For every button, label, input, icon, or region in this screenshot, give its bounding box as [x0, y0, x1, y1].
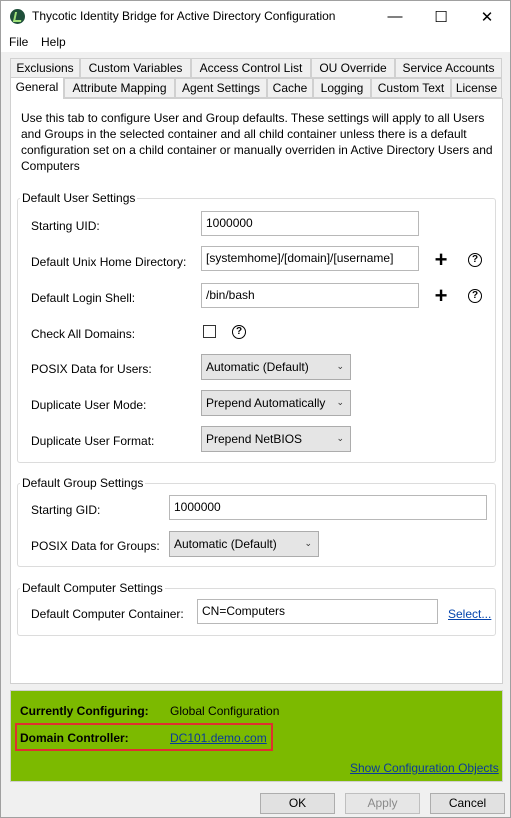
posix-users-select[interactable]: Automatic (Default) ⌄: [201, 354, 351, 380]
help-icon[interactable]: ?: [232, 325, 246, 339]
title-bar[interactable]: Thycotic Identity Bridge for Active Dire…: [1, 1, 510, 32]
chevron-down-icon: ⌄: [336, 433, 344, 443]
chevron-down-icon: ⌄: [336, 361, 344, 371]
dup-format-select[interactable]: Prepend NetBIOS ⌄: [201, 426, 351, 452]
help-icon[interactable]: ?: [468, 253, 482, 267]
show-configuration-objects-link[interactable]: Show Configuration Objects: [350, 761, 499, 775]
tab-access-control-list[interactable]: Access Control List: [191, 58, 311, 78]
posix-users-label: POSIX Data for Users:: [31, 362, 152, 376]
starting-uid-label: Starting UID:: [31, 219, 100, 233]
chevron-down-icon: ⌄: [336, 397, 344, 407]
tab-general[interactable]: General: [10, 77, 64, 99]
starting-uid-input[interactable]: 1000000: [201, 211, 419, 236]
menu-bar: File Help: [1, 32, 510, 52]
add-icon[interactable]: +: [432, 285, 450, 307]
dup-mode-select[interactable]: Prepend Automatically ⌄: [201, 390, 351, 416]
select-value: Prepend Automatically: [206, 396, 326, 410]
cancel-button[interactable]: Cancel: [430, 793, 505, 814]
configuring-value: Global Configuration: [170, 704, 280, 718]
status-panel: Currently Configuring: Global Configurat…: [10, 690, 503, 782]
domain-controller-label: Domain Controller:: [20, 731, 129, 745]
ok-button[interactable]: OK: [260, 793, 335, 814]
group-legend: Default User Settings: [22, 191, 136, 205]
minimize-button[interactable]: —: [372, 1, 418, 32]
chevron-down-icon: ⌄: [304, 538, 312, 548]
computer-container-input[interactable]: CN=Computers: [197, 599, 438, 624]
group-legend: Default Computer Settings: [22, 581, 163, 595]
apply-button[interactable]: Apply: [345, 793, 420, 814]
window-title: Thycotic Identity Bridge for Active Dire…: [32, 9, 336, 23]
home-dir-label: Default Unix Home Directory:: [31, 255, 187, 269]
tab-custom-text[interactable]: Custom Text: [371, 78, 451, 98]
select-value: Automatic (Default): [174, 537, 277, 551]
configuring-label: Currently Configuring:: [20, 704, 149, 718]
tab-cache[interactable]: Cache: [267, 78, 313, 98]
close-button[interactable]: ✕: [464, 1, 510, 32]
tab-ou-override[interactable]: OU Override: [311, 58, 395, 78]
posix-groups-select[interactable]: Automatic (Default) ⌄: [169, 531, 319, 557]
computer-container-label: Default Computer Container:: [31, 607, 184, 621]
login-shell-label: Default Login Shell:: [31, 291, 136, 305]
dup-format-label: Duplicate User Format:: [31, 434, 155, 448]
posix-groups-label: POSIX Data for Groups:: [31, 539, 160, 553]
home-dir-input[interactable]: [systemhome]/[domain]/[username]: [201, 246, 419, 271]
login-shell-input[interactable]: /bin/bash: [201, 283, 419, 308]
tab-attribute-mapping[interactable]: Attribute Mapping: [64, 78, 175, 98]
app-logo-icon: [10, 9, 25, 24]
domain-controller-link[interactable]: DC101.demo.com: [170, 731, 267, 745]
tab-exclusions[interactable]: Exclusions: [10, 58, 80, 78]
check-all-domains-label: Check All Domains:: [31, 327, 136, 341]
tab-service-accounts[interactable]: Service Accounts: [395, 58, 502, 78]
general-tab-page: Use this tab to configure User and Group…: [10, 98, 503, 684]
menu-help[interactable]: Help: [41, 35, 66, 49]
tab-custom-variables[interactable]: Custom Variables: [80, 58, 191, 78]
tab-description: Use this tab to configure User and Group…: [21, 111, 493, 173]
starting-gid-label: Starting GID:: [31, 503, 101, 517]
select-container-link[interactable]: Select...: [448, 607, 491, 621]
select-value: Automatic (Default): [206, 360, 309, 374]
maximize-button[interactable]: ☐: [418, 1, 464, 32]
group-legend: Default Group Settings: [22, 476, 144, 490]
help-icon[interactable]: ?: [468, 289, 482, 303]
config-window: Thycotic Identity Bridge for Active Dire…: [0, 0, 511, 818]
tab-license[interactable]: License: [451, 78, 502, 98]
tab-logging[interactable]: Logging: [313, 78, 371, 98]
tab-strip: Exclusions Custom Variables Access Contr…: [1, 55, 510, 99]
menu-file[interactable]: File: [9, 35, 28, 49]
dup-mode-label: Duplicate User Mode:: [31, 398, 147, 412]
check-all-domains-checkbox[interactable]: [203, 325, 216, 338]
tab-agent-settings[interactable]: Agent Settings: [175, 78, 267, 98]
starting-gid-input[interactable]: 1000000: [169, 495, 487, 520]
add-icon[interactable]: +: [432, 249, 450, 271]
select-value: Prepend NetBIOS: [206, 432, 303, 446]
